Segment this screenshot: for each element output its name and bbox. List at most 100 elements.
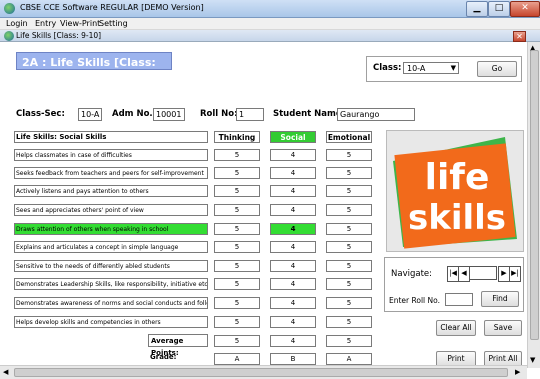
cell-emotional[interactable]: 5 <box>326 204 372 216</box>
window-title: CBSE CCE Software REGULAR [DEMO Version] <box>20 3 204 12</box>
cell-social[interactable]: 4 <box>270 241 316 253</box>
table-row-label: Helps classmates in case of difficulties <box>14 149 208 161</box>
cell-emotional[interactable]: 5 <box>326 278 372 290</box>
class-select-group: Class: 10-A ▼ Go <box>366 56 522 82</box>
last-record-icon[interactable]: ▶| <box>509 266 521 282</box>
table-row-label: Actively listens and pays attention to o… <box>14 185 208 197</box>
roll-no-field[interactable]: 1 <box>236 108 264 121</box>
cell-social-selected[interactable]: 4 <box>270 223 316 235</box>
menu-entry[interactable]: Entry <box>35 19 56 28</box>
cell-emotional[interactable]: 5 <box>326 260 372 272</box>
grade-thinking: A <box>214 353 260 365</box>
class-label: Class: <box>373 63 402 73</box>
scroll-right-icon[interactable]: ▶ <box>515 368 520 376</box>
child-window-title-bar: Life Skills [Class: 9-10] ✕ <box>0 30 540 42</box>
enter-roll-no-label: Enter Roll No. <box>389 296 440 305</box>
table-title: Life Skills: Social Skills <box>14 131 208 143</box>
cell-emotional[interactable]: 5 <box>326 167 372 179</box>
window-title-bar: CBSE CCE Software REGULAR [DEMO Version]… <box>0 0 540 18</box>
cell-social[interactable]: 4 <box>270 260 316 272</box>
cell-emotional[interactable]: 5 <box>326 297 372 309</box>
table-row-label: Demonstrates awareness of norms and soci… <box>14 297 208 309</box>
cell-thinking[interactable]: 5 <box>214 167 260 179</box>
cell-thinking[interactable]: 5 <box>214 297 260 309</box>
cell-thinking[interactable]: 5 <box>214 223 260 235</box>
child-close-icon[interactable]: ✕ <box>513 31 526 42</box>
student-name-label: Student Name: <box>273 109 346 119</box>
logo-text-life: life <box>425 157 490 198</box>
logo-graphic: life skills <box>393 137 517 249</box>
cell-social[interactable]: 4 <box>270 149 316 161</box>
adm-no-label: Adm No. <box>112 109 153 119</box>
average-thinking: 5 <box>214 335 260 347</box>
cell-thinking[interactable]: 5 <box>214 316 260 328</box>
cell-emotional[interactable]: 5 <box>326 316 372 328</box>
cell-emotional[interactable]: 5 <box>326 223 372 235</box>
cell-thinking[interactable]: 5 <box>214 241 260 253</box>
cell-social[interactable]: 4 <box>270 167 316 179</box>
menu-view-print[interactable]: View-Print <box>60 19 100 28</box>
menu-bar: Login Entry View-Print Setting <box>0 18 540 30</box>
logo-text-skills: skills <box>408 198 506 238</box>
table-row-label: Explains and articulates a concept in si… <box>14 241 208 253</box>
cell-thinking[interactable]: 5 <box>214 278 260 290</box>
column-header-social: Social <box>270 131 316 143</box>
average-emotional: 5 <box>326 335 372 347</box>
column-header-emotional: Emotional <box>326 131 372 143</box>
horizontal-scrollbar[interactable]: ◀ ▶ <box>0 365 527 379</box>
class-dropdown-value: 10-A <box>407 64 426 73</box>
clear-all-button[interactable]: Clear All <box>436 320 476 336</box>
class-sec-label: Class-Sec: <box>16 109 65 119</box>
table-row-label-selected: Draws attention of others when speaking … <box>14 223 208 235</box>
student-name-field[interactable]: Gaurango <box>337 108 415 121</box>
horizontal-scroll-thumb[interactable] <box>14 368 508 377</box>
go-button[interactable]: Go <box>477 61 517 77</box>
enter-roll-no-field[interactable] <box>445 293 473 306</box>
record-navigator: |◀ ◀ ▶ ▶| <box>445 266 521 282</box>
cell-thinking[interactable]: 5 <box>214 149 260 161</box>
cell-emotional[interactable]: 5 <box>326 185 372 197</box>
table-row-label: Sees and appreciates others' point of vi… <box>14 204 208 216</box>
save-button[interactable]: Save <box>484 320 522 336</box>
grade-emotional: A <box>326 353 372 365</box>
child-window-icon <box>4 31 14 41</box>
cell-social[interactable]: 4 <box>270 316 316 328</box>
scroll-down-icon[interactable]: ▼ <box>530 356 535 364</box>
navigate-label: Navigate: <box>391 269 432 279</box>
table-row-label: Helps develop skills and competencies in… <box>14 316 208 328</box>
table-row-label: Seeks feedback from teachers and peers f… <box>14 167 208 179</box>
cell-social[interactable]: 4 <box>270 185 316 197</box>
class-sec-field[interactable]: 10-A <box>78 108 102 121</box>
cell-social[interactable]: 4 <box>270 297 316 309</box>
record-position-field[interactable] <box>469 266 497 280</box>
cell-thinking[interactable]: 5 <box>214 260 260 272</box>
class-dropdown[interactable]: 10-A ▼ <box>403 62 459 74</box>
cell-social[interactable]: 4 <box>270 204 316 216</box>
vertical-scrollbar[interactable]: ▲ ▼ <box>527 42 540 368</box>
cell-thinking[interactable]: 5 <box>214 185 260 197</box>
vertical-scroll-thumb[interactable] <box>530 50 539 340</box>
life-skills-logo: life skills <box>386 130 524 252</box>
cell-emotional[interactable]: 5 <box>326 241 372 253</box>
roll-no-label: Roll No: <box>200 109 238 119</box>
find-button[interactable]: Find <box>481 291 519 307</box>
adm-no-field[interactable]: 10001 <box>153 108 185 121</box>
cell-emotional[interactable]: 5 <box>326 149 372 161</box>
chevron-down-icon: ▼ <box>450 64 456 72</box>
close-icon[interactable]: ✕ <box>510 1 540 17</box>
grade-social: B <box>270 353 316 365</box>
table-row-label: Sensitive to the needs of differently ab… <box>14 260 208 272</box>
app-icon <box>4 3 15 14</box>
cell-thinking[interactable]: 5 <box>214 204 260 216</box>
navigate-panel: Navigate: |◀ ◀ ▶ ▶| Enter Roll No. Find <box>384 257 524 312</box>
maximize-icon[interactable]: □ <box>488 1 510 17</box>
menu-login[interactable]: Login <box>6 19 28 28</box>
scroll-left-icon[interactable]: ◀ <box>3 368 8 376</box>
child-window-title: Life Skills [Class: 9-10] <box>16 31 102 40</box>
table-row-label: Demonstrates Leadership Skills, like res… <box>14 278 208 290</box>
menu-setting[interactable]: Setting <box>99 19 128 28</box>
cell-social[interactable]: 4 <box>270 278 316 290</box>
minimize-icon[interactable]: ▁ <box>466 1 488 17</box>
grade-label: Grade: <box>150 353 177 361</box>
average-points-label: Average Points: <box>148 334 208 357</box>
